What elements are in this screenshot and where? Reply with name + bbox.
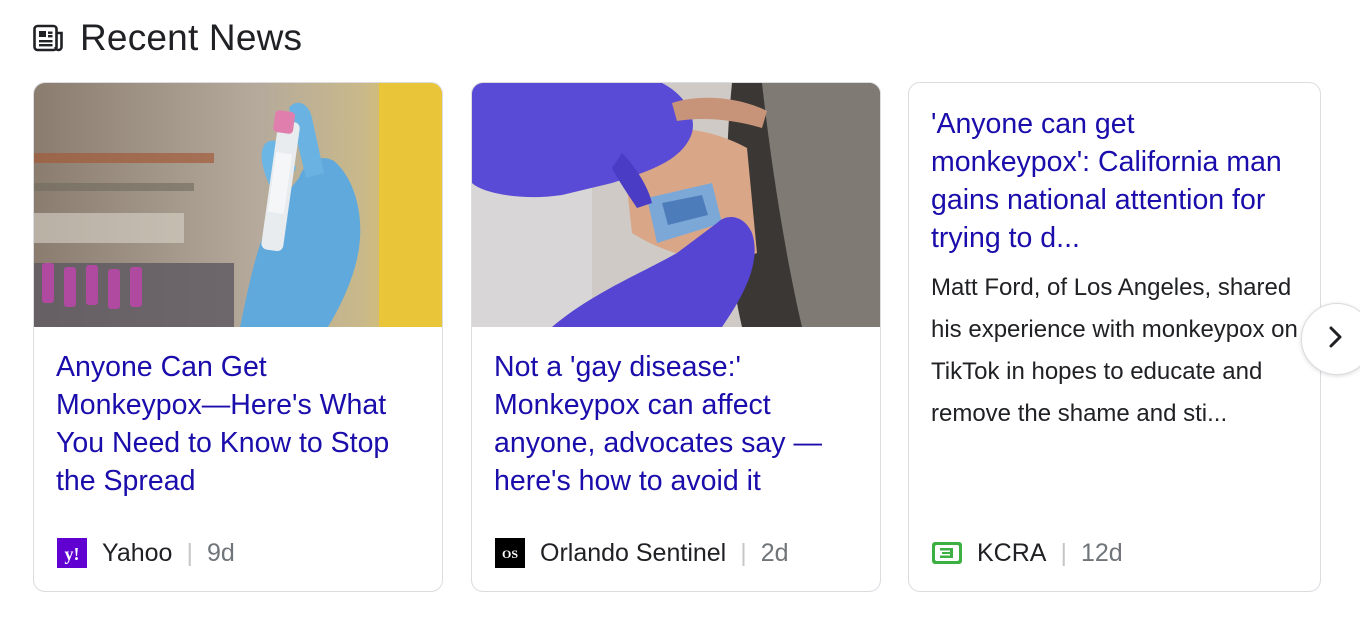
meta-separator: |: [186, 538, 193, 567]
meta-separator: |: [740, 538, 747, 567]
news-meta: KCRA | 12d: [931, 537, 1123, 569]
news-headline-link[interactable]: Not a 'gay disease:' Monkeypox can affec…: [494, 348, 858, 500]
news-thumbnail[interactable]: [34, 83, 442, 327]
news-thumbnail[interactable]: [472, 83, 880, 327]
news-headline-link[interactable]: 'Anyone can get monkeypox': California m…: [931, 105, 1298, 257]
news-headline-link[interactable]: Anyone Can Get Monkeypox—Here's What You…: [56, 348, 420, 500]
chevron-right-icon: [1326, 325, 1346, 354]
news-age: 2d: [760, 538, 789, 567]
news-card[interactable]: 'Anyone can get monkeypox': California m…: [908, 82, 1321, 592]
news-snippet: Matt Ford, of Los Angeles, shared his ex…: [931, 274, 1298, 427]
section-title: Recent News: [80, 17, 303, 58]
news-age: 9d: [206, 538, 235, 567]
meta-separator: |: [1060, 538, 1067, 567]
yahoo-logo: y!: [56, 537, 88, 569]
news-source: Yahoo: [102, 538, 173, 567]
news-meta: OS Orlando Sentinel | 2d: [494, 537, 789, 569]
svg-text:OS: OS: [502, 547, 518, 561]
kcra-logo: [931, 537, 963, 569]
news-meta: y! Yahoo | 9d: [56, 537, 235, 569]
news-card[interactable]: Not a 'gay disease:' Monkeypox can affec…: [471, 82, 881, 592]
orlando-sentinel-logo: OS: [494, 537, 526, 569]
news-source: Orlando Sentinel: [540, 538, 727, 567]
section-header: Recent News: [32, 14, 302, 62]
news-card[interactable]: Anyone Can Get Monkeypox—Here's What You…: [33, 82, 443, 592]
news-source: KCRA: [977, 538, 1047, 567]
svg-text:y!: y!: [65, 544, 80, 564]
newspaper-icon: [32, 22, 64, 54]
news-age: 12d: [1080, 538, 1123, 567]
